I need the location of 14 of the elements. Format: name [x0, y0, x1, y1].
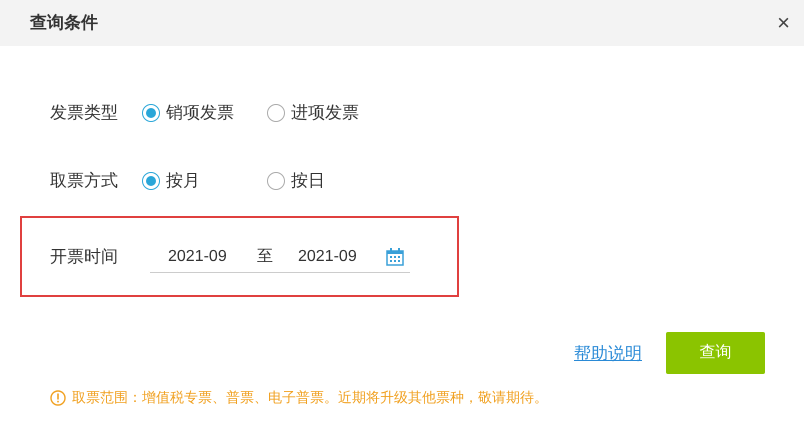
radio-option[interactable]: 进项发票: [267, 100, 392, 126]
field-label: 发票类型: [50, 102, 119, 124]
close-button[interactable]: ×: [777, 12, 790, 34]
radio-option[interactable]: 按日: [267, 168, 392, 194]
help-link[interactable]: 帮助说明: [574, 341, 642, 366]
notice-text: 取票范围：增值税专票、普票、电子普票。近期将升级其他票种，敬请期待。: [72, 388, 548, 407]
field-label: 开票时间: [50, 246, 119, 268]
calendar-icon: [386, 248, 404, 266]
field-label: 取票方式: [50, 170, 119, 192]
dialog-title: 查询条件: [30, 12, 98, 34]
warning-icon: [50, 390, 66, 406]
radio-option[interactable]: 按月: [142, 168, 267, 194]
radio-option[interactable]: 销项发票: [142, 100, 267, 126]
date-range-field[interactable]: 2021-09 至 2021-09: [150, 241, 410, 273]
